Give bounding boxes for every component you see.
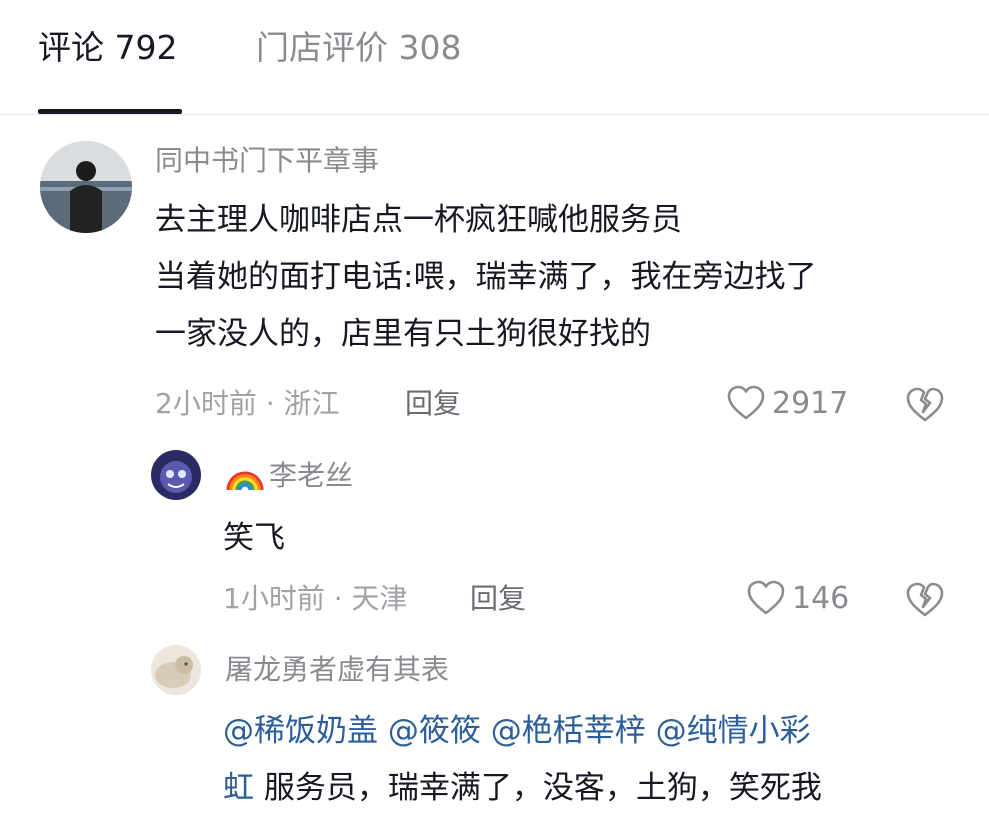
mention-link[interactable]: 虹: [223, 770, 254, 806]
tab-comments[interactable]: 评论 792: [38, 28, 177, 68]
comment-line: 去主理人咖啡店点一杯疯狂喊他服务员: [155, 202, 682, 238]
mention-link[interactable]: @栬栝莘梓: [491, 713, 646, 749]
like-count: 2917: [772, 385, 849, 421]
comment-line: 虹 服务员，瑞幸满了，没客，土狗，笑死我: [223, 760, 963, 817]
broken-heart-icon[interactable]: [905, 581, 945, 619]
comment-line: 一家没人的，店里有只土狗很好找的: [155, 316, 651, 352]
comment-text: 去主理人咖啡店点一杯疯狂喊他服务员 当着她的面打电话:喂，瑞幸满了，我在旁边找了…: [155, 192, 955, 363]
comment-author[interactable]: 李老丝: [225, 459, 353, 493]
tab-store-reviews[interactable]: 门店评价 308: [256, 28, 461, 68]
comment-author[interactable]: 屠龙勇者虚有其表: [225, 653, 449, 687]
comment-text: @稀饭奶盖 @筱筱 @栬栝莘梓 @纯情小彩 虹 服务员，瑞幸满了，没客，土狗，笑…: [223, 703, 963, 817]
like-button[interactable]: 2917: [726, 384, 848, 422]
tab-bar: 评论 792 门店评价 308: [0, 0, 989, 115]
avatar[interactable]: [151, 450, 201, 500]
like-button[interactable]: 146: [746, 579, 849, 617]
mention-link[interactable]: @筱筱: [388, 713, 481, 749]
rainbow-emoji-icon: [226, 471, 264, 491]
comment-text: 笑飞: [223, 510, 923, 567]
mention-link[interactable]: @稀饭奶盖: [223, 713, 378, 749]
comment-meta: 1小时前 · 天津: [223, 582, 408, 615]
avatar[interactable]: [151, 645, 201, 695]
like-count: 146: [792, 580, 850, 616]
comment-line: @稀饭奶盖 @筱筱 @栬栝莘梓 @纯情小彩: [223, 703, 963, 760]
reply-button[interactable]: 回复: [470, 582, 526, 616]
comment-meta: 2小时前 · 浙江: [155, 387, 340, 420]
author-name: 李老丝: [269, 459, 354, 492]
heart-icon: [727, 385, 765, 420]
avatar[interactable]: [40, 141, 132, 233]
mention-link[interactable]: @纯情小彩: [656, 713, 811, 749]
comments-page: 评论 792 门店评价 308 同中书门下平章事 去主理人咖啡店点一杯疯狂喊他服…: [0, 0, 989, 833]
active-tab-indicator: [38, 109, 182, 114]
reply-button[interactable]: 回复: [405, 387, 461, 421]
heart-icon: [747, 580, 785, 615]
comment-line: 当着她的面打电话:喂，瑞幸满了，我在旁边找了: [155, 259, 817, 295]
broken-heart-icon[interactable]: [905, 386, 945, 424]
comment-author[interactable]: 同中书门下平章事: [155, 144, 379, 178]
comment-line: 笑飞: [223, 520, 285, 556]
comment-text-tail: 服务员，瑞幸满了，没客，土狗，笑死我: [263, 770, 822, 806]
